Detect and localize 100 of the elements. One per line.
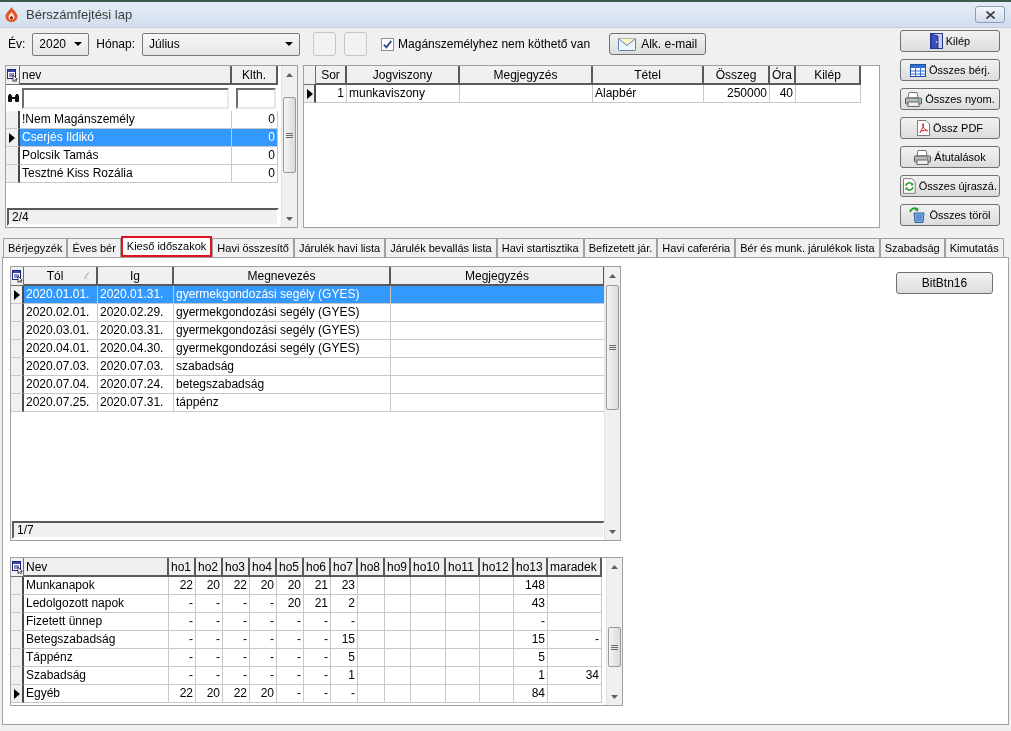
- table-row[interactable]: Fizetett ünnep - - - - - - - -: [24, 613, 602, 631]
- caret-icon[interactable]: [74, 42, 83, 46]
- table-row[interactable]: !Nem Magánszemély 0: [20, 111, 278, 129]
- column-header[interactable]: Kilép: [796, 66, 861, 85]
- table-row[interactable]: 2020.07.03. 2020.07.03. szabadság: [24, 358, 605, 376]
- row-header[interactable]: [11, 286, 24, 304]
- scrollbar-thumb[interactable]: [606, 285, 619, 410]
- table-row[interactable]: 2020.07.25. 2020.07.31. táppénz: [24, 394, 605, 412]
- filter-field[interactable]: [236, 87, 276, 109]
- table-row[interactable]: Tesztné Kiss Rozália 0: [20, 165, 278, 183]
- column-header[interactable]: ho13: [514, 558, 548, 577]
- table-row[interactable]: Egyéb 22 20 22 20 - - - 84: [24, 685, 602, 703]
- row-header[interactable]: [6, 165, 20, 183]
- row-header[interactable]: [11, 376, 24, 394]
- tab[interactable]: Havi startisztika: [496, 238, 584, 257]
- row-header[interactable]: [11, 595, 24, 613]
- action-button[interactable]: BitBtn16: [896, 272, 993, 294]
- column-header[interactable]: Megjegyzés: [391, 267, 605, 286]
- table-row[interactable]: Polcsik Tamás 0: [20, 147, 278, 165]
- row-header[interactable]: [11, 322, 24, 340]
- scrollbar[interactable]: [281, 66, 297, 227]
- row-header[interactable]: [6, 147, 20, 165]
- table-row[interactable]: Betegszabadság - - - - - - 15 15 -: [24, 631, 602, 649]
- column-header[interactable]: ho1: [169, 558, 196, 577]
- tab[interactable]: Havi caferéria: [657, 238, 736, 257]
- column-header[interactable]: Tól: [24, 267, 98, 286]
- tab[interactable]: Kimutatás: [944, 238, 1004, 257]
- table-row[interactable]: Táppénz - - - - - - 5 5: [24, 649, 602, 667]
- row-header[interactable]: [11, 340, 24, 358]
- row-header[interactable]: [11, 358, 24, 376]
- action-button[interactable]: Összes újraszá.: [900, 175, 1000, 197]
- action-button[interactable]: Össz PDF: [900, 117, 1000, 139]
- column-header[interactable]: ho10: [411, 558, 446, 577]
- scrollbar[interactable]: [604, 267, 620, 540]
- column-header[interactable]: ho3: [223, 558, 250, 577]
- checkbox[interactable]: [381, 37, 395, 51]
- scrollbar-thumb[interactable]: [608, 627, 621, 667]
- table-row[interactable]: 2020.02.01. 2020.02.29. gyermekgondozási segély (GYES): [24, 304, 605, 322]
- column-header[interactable]: ho2: [196, 558, 223, 577]
- row-header[interactable]: [11, 667, 24, 685]
- row-header[interactable]: [304, 85, 316, 103]
- scroll-up-arrow-icon[interactable]: [611, 564, 618, 569]
- row-header[interactable]: [11, 685, 24, 703]
- tab[interactable]: Szabadság: [879, 238, 945, 257]
- tab[interactable]: Befizetett jár.: [583, 238, 658, 257]
- column-header[interactable]: Ig: [98, 267, 174, 286]
- tab[interactable]: Kieső időszakok: [120, 236, 213, 257]
- scroll-down-arrow-icon[interactable]: [609, 529, 616, 534]
- row-header[interactable]: [11, 649, 24, 667]
- scrollbar-thumb[interactable]: [283, 97, 296, 173]
- tab[interactable]: Éves bér: [67, 238, 121, 257]
- column-header[interactable]: ho12: [480, 558, 514, 577]
- tab[interactable]: Havi összesítő: [212, 238, 294, 257]
- action-button[interactable]: Összes töröl: [900, 204, 1000, 226]
- column-header[interactable]: Tétel: [593, 66, 704, 85]
- column-header[interactable]: ho11: [446, 558, 480, 577]
- scroll-up-arrow-icon[interactable]: [609, 273, 616, 278]
- column-header[interactable]: Megnevezés: [174, 267, 391, 286]
- column-header[interactable]: Nev: [24, 558, 169, 577]
- table-row[interactable]: Munkanapok 22 20 22 20 20 21 23 148: [24, 577, 602, 595]
- table-row[interactable]: Szabadság - - - - - - 1 1 34: [24, 667, 602, 685]
- tab[interactable]: Bér és munk. járulékok lista: [735, 238, 880, 257]
- column-header[interactable]: Sor: [316, 66, 347, 85]
- column-header[interactable]: Összeg: [704, 66, 770, 85]
- table-row[interactable]: 2020.03.01. 2020.03.31. gyermekgondozási segély (GYES): [24, 322, 605, 340]
- column-header[interactable]: Jogviszony: [347, 66, 460, 85]
- year-dropdown[interactable]: 2020: [32, 32, 90, 56]
- column-header[interactable]: ho4: [250, 558, 277, 577]
- table-row[interactable]: 1 munkaviszony Alapbér 250000 40: [316, 85, 861, 103]
- action-button[interactable]: Összes bérj.: [900, 59, 1000, 81]
- column-header[interactable]: Klth.: [232, 66, 278, 85]
- tab[interactable]: Járulék havi lista: [293, 238, 386, 257]
- binoculars-icon[interactable]: [7, 94, 19, 102]
- column-header[interactable]: ho7: [331, 558, 358, 577]
- tab[interactable]: Bérjegyzék: [3, 238, 68, 257]
- checkbox-label[interactable]: Magánszemélyhez nem köthető van: [398, 35, 591, 53]
- filter-field[interactable]: [22, 87, 229, 109]
- month-dropdown[interactable]: Július: [142, 32, 301, 56]
- action-button[interactable]: Összes nyom.: [900, 88, 1000, 110]
- email-button[interactable]: Alk. e-mail: [609, 33, 707, 55]
- table-row[interactable]: Ledolgozott napok - - - - 20 21 2 43: [24, 595, 602, 613]
- column-header[interactable]: nev: [20, 66, 232, 85]
- scrollbar[interactable]: [606, 558, 622, 705]
- action-button[interactable]: Átutalások: [900, 146, 1000, 168]
- table-row[interactable]: 2020.07.04. 2020.07.24. betegszabadság: [24, 376, 605, 394]
- tab[interactable]: Járulék bevallás lista: [385, 238, 497, 257]
- column-header[interactable]: ho8: [358, 558, 385, 577]
- row-header[interactable]: [6, 111, 20, 129]
- row-header[interactable]: [6, 129, 20, 147]
- column-header[interactable]: Megjegyzés: [460, 66, 593, 85]
- column-header[interactable]: maradek: [548, 558, 602, 577]
- action-button[interactable]: Kilép: [900, 30, 1000, 52]
- row-header[interactable]: [11, 631, 24, 649]
- scroll-down-arrow-icon[interactable]: [286, 216, 293, 221]
- column-header[interactable]: ho5: [277, 558, 304, 577]
- column-header[interactable]: ho9: [385, 558, 411, 577]
- row-header[interactable]: [11, 304, 24, 322]
- row-header[interactable]: [11, 577, 24, 595]
- close-icon[interactable]: [985, 10, 995, 19]
- table-row[interactable]: 2020.04.01. 2020.04.30. gyermekgondozási segély (GYES): [24, 340, 605, 358]
